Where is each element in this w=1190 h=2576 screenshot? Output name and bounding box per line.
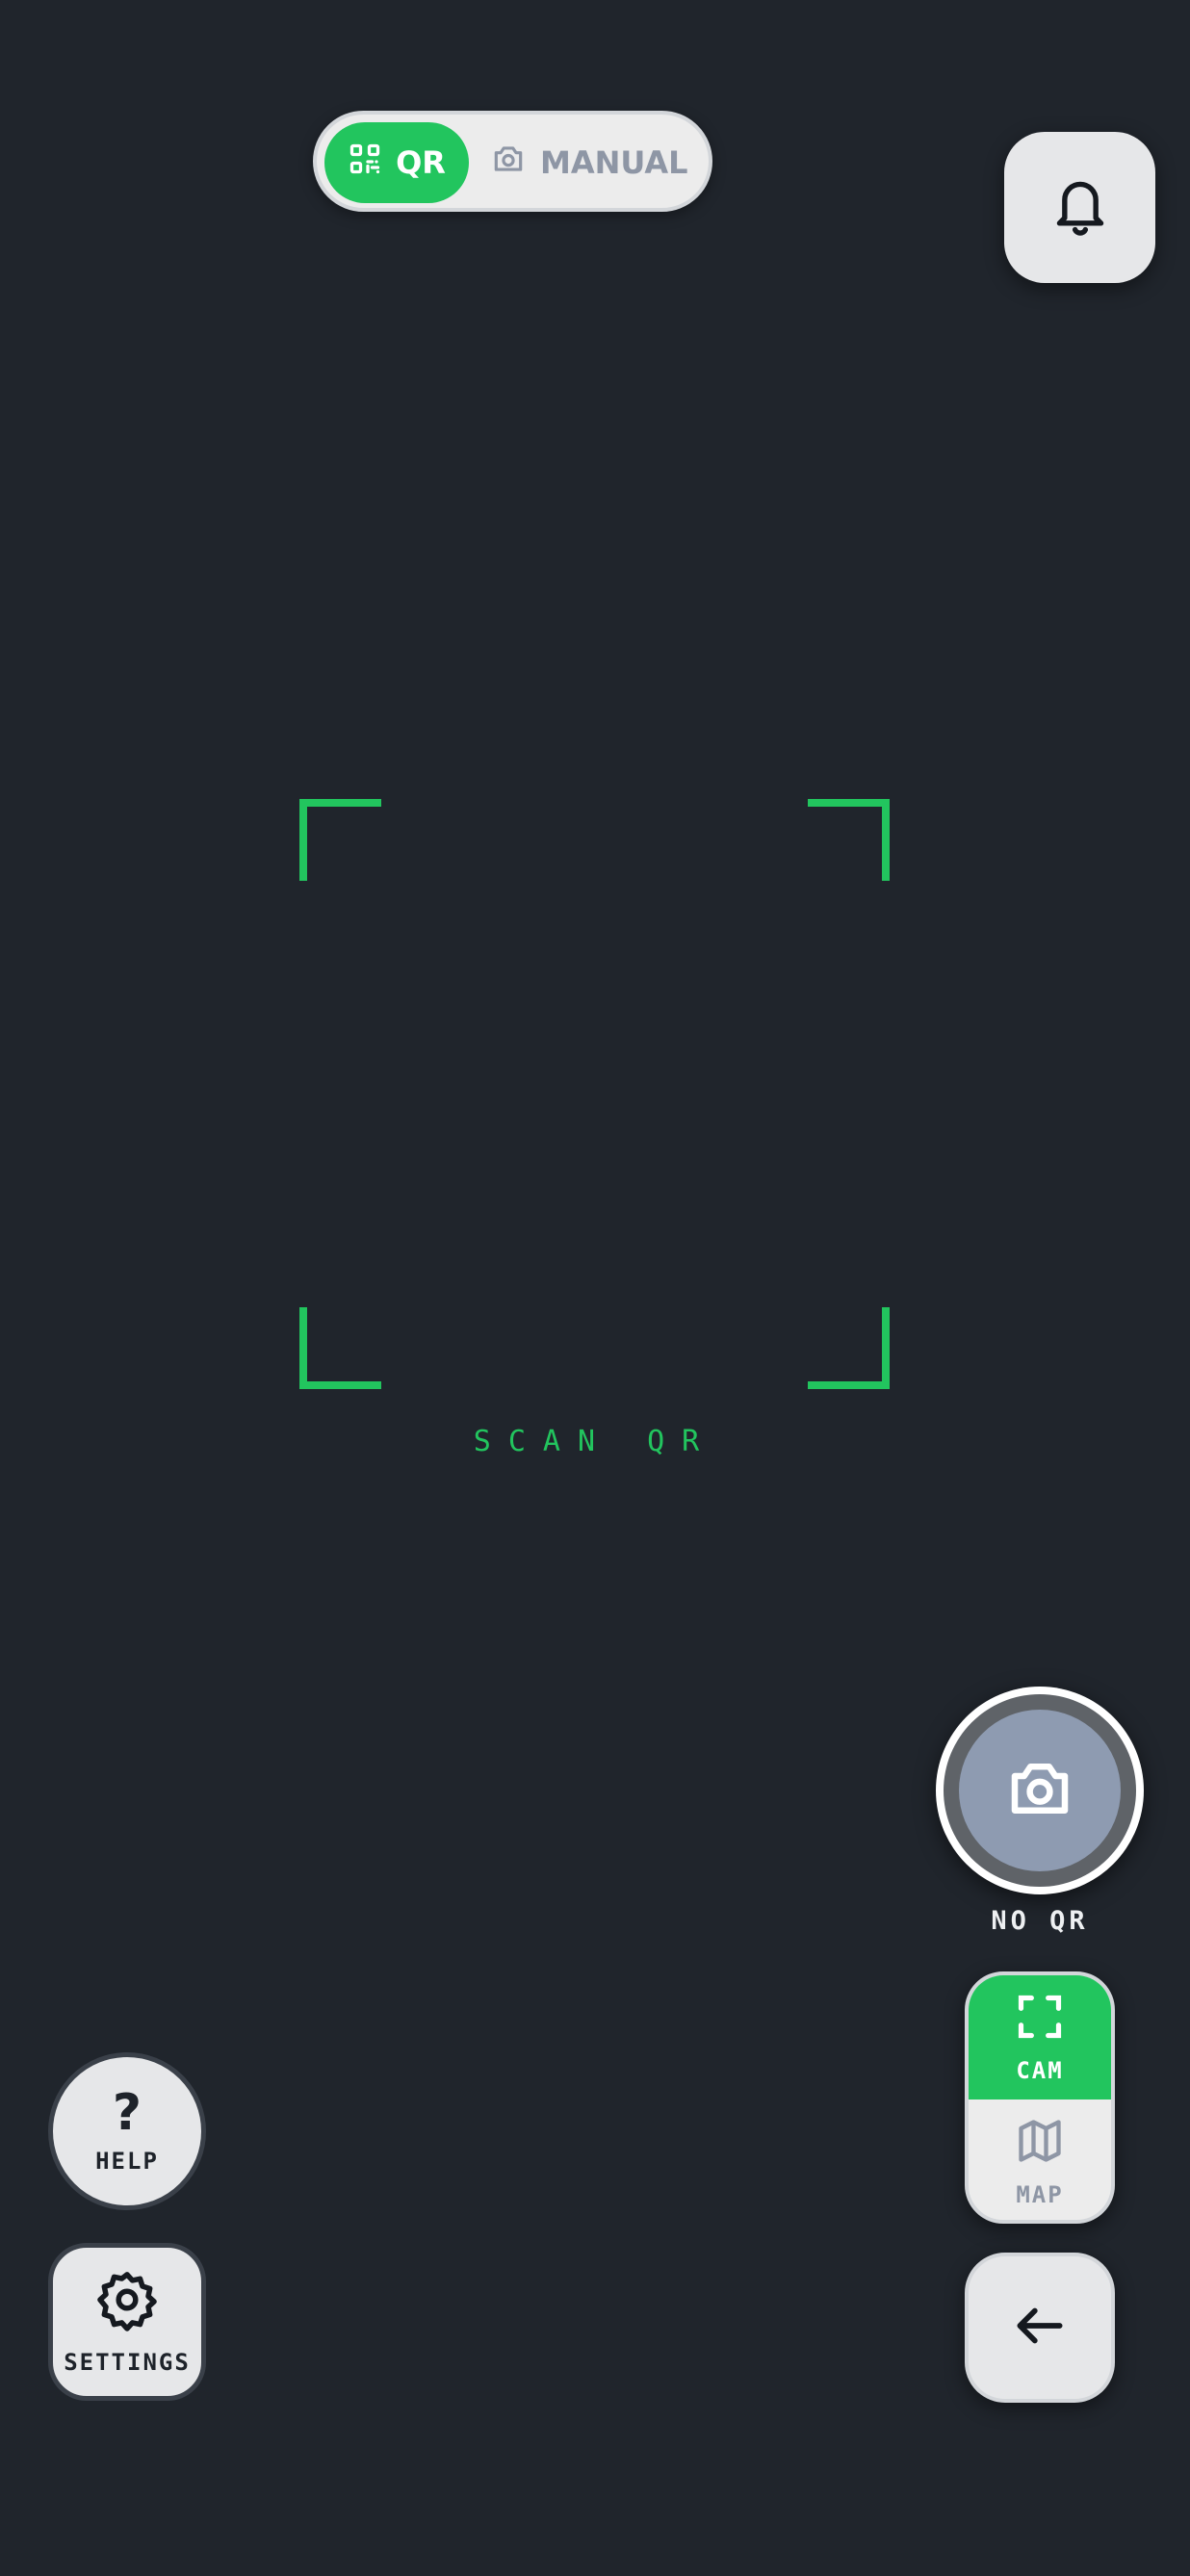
shutter-button[interactable]	[936, 1687, 1144, 1894]
scan-frame-icon	[1015, 1992, 1065, 2048]
scan-frame-corner-bottom-left	[299, 1307, 381, 1389]
mode-manual-button[interactable]: MANUAL	[490, 122, 702, 203]
gear-icon	[95, 2268, 159, 2337]
shutter-status-label: NO QR	[991, 1906, 1089, 1936]
map-icon	[1015, 2116, 1065, 2172]
mode-qr-button[interactable]: QR	[324, 122, 469, 203]
help-label: HELP	[95, 2148, 159, 2175]
settings-label: SETTINGS	[64, 2349, 191, 2376]
settings-button[interactable]: SETTINGS	[48, 2243, 206, 2401]
scan-frame-corner-top-left	[299, 799, 381, 881]
mode-toggle: QR MANUAL	[313, 111, 712, 212]
map-tab-label: MAP	[1016, 2180, 1064, 2208]
shutter-core	[959, 1710, 1121, 1871]
mode-qr-label: QR	[396, 144, 446, 181]
notifications-button[interactable]	[1004, 132, 1155, 283]
cam-tab[interactable]: CAM	[969, 1975, 1111, 2099]
help-button[interactable]: ? HELP	[48, 2052, 206, 2210]
scan-label: SCAN QR	[473, 1425, 717, 1458]
question-mark-icon: ?	[112, 2084, 142, 2142]
shutter-ring	[944, 1694, 1136, 1887]
map-tab[interactable]: MAP	[969, 2099, 1111, 2220]
mode-manual-label: MANUAL	[540, 144, 688, 181]
qr-code-icon	[348, 142, 382, 184]
bell-icon	[1048, 171, 1112, 244]
cam-tab-label: CAM	[1016, 2056, 1064, 2084]
arrow-left-icon	[1010, 2296, 1070, 2360]
view-switch: CAM MAP	[965, 1971, 1115, 2224]
scan-frame-corner-top-right	[808, 799, 890, 881]
scan-frame-corner-bottom-right	[808, 1307, 890, 1389]
back-button[interactable]	[965, 2253, 1115, 2403]
camera-icon	[490, 141, 527, 185]
camera-icon	[1002, 1751, 1077, 1831]
